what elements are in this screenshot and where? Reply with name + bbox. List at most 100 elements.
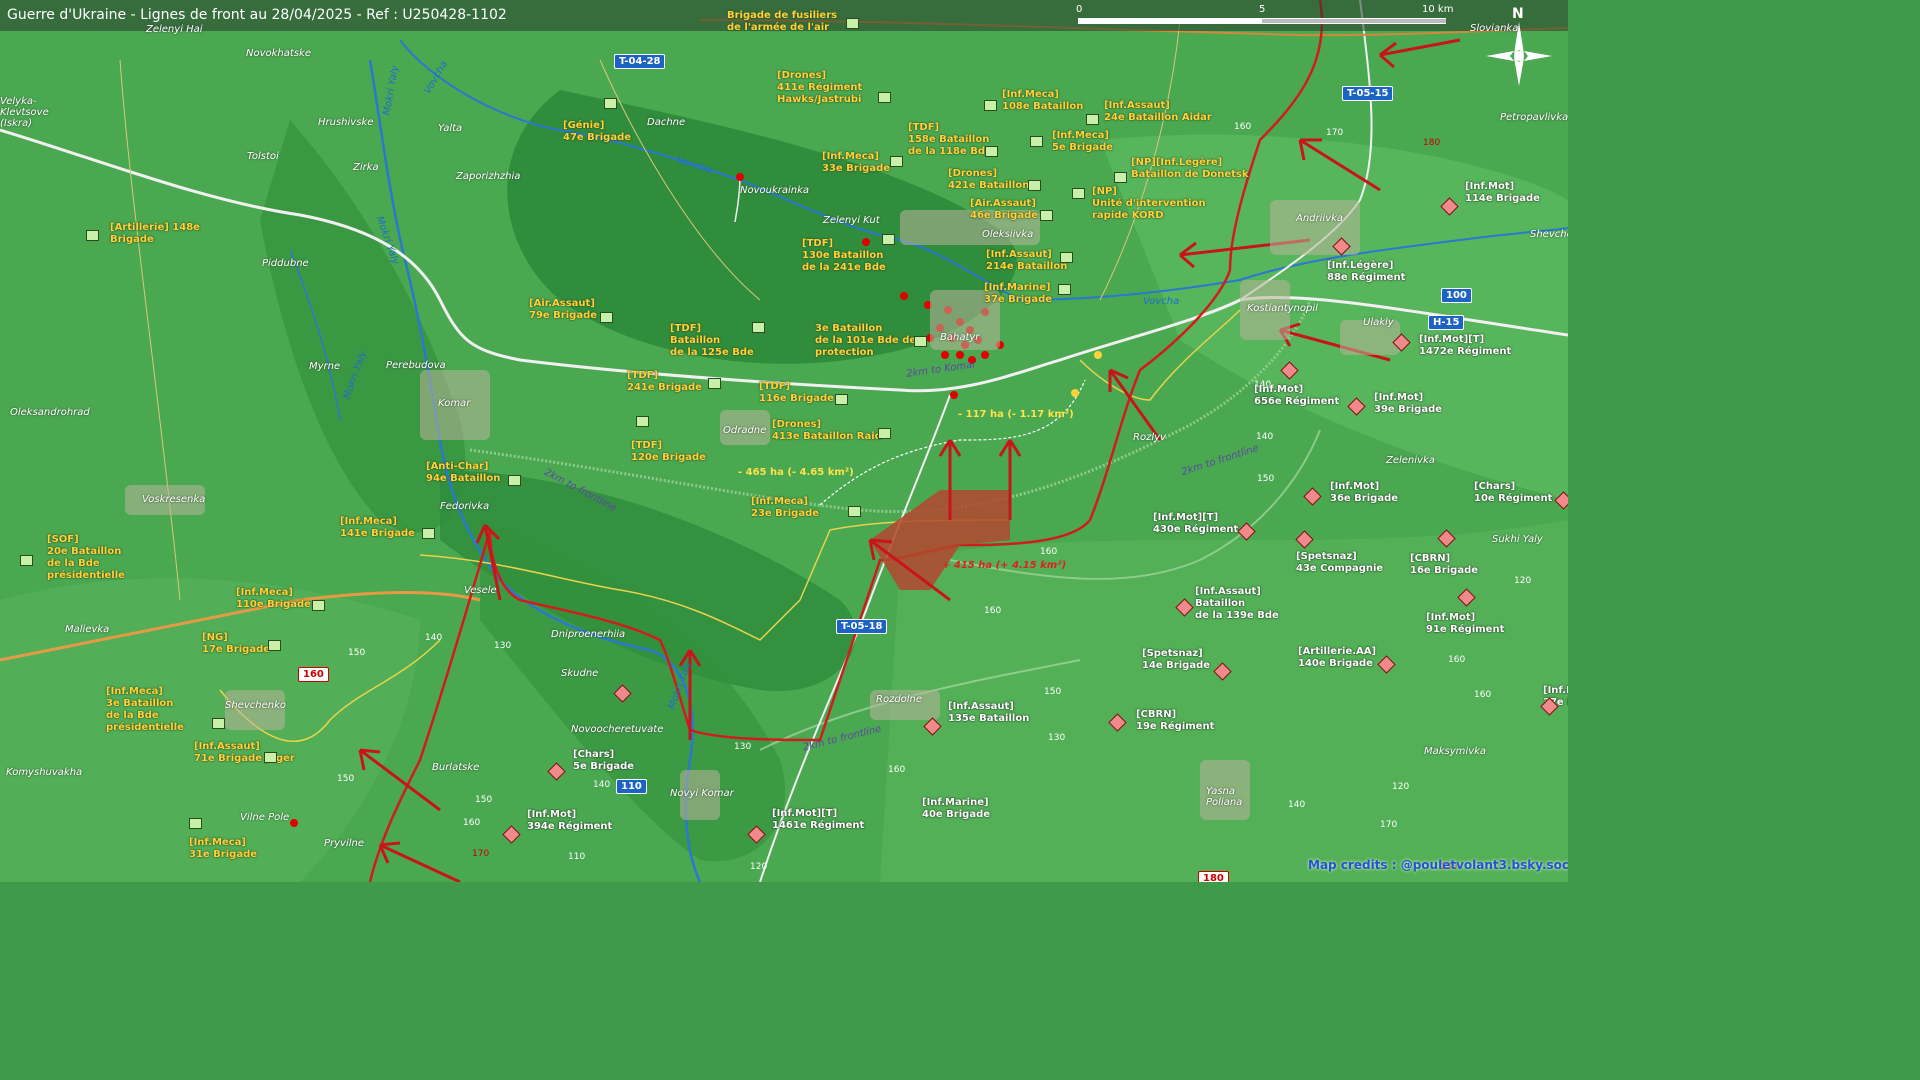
ukrainian-unit-label: [NG] 17e Brigade bbox=[202, 632, 271, 655]
altitude-label: 120 bbox=[1514, 576, 1532, 586]
ukrainian-unit-icon[interactable] bbox=[1040, 210, 1053, 221]
ukrainian-unit-icon[interactable] bbox=[189, 818, 202, 829]
ukrainian-unit-icon[interactable] bbox=[1030, 136, 1043, 147]
ukrainian-unit-icon[interactable] bbox=[752, 322, 765, 333]
altitude-label: 150 bbox=[475, 795, 493, 805]
ukrainian-unit-label: [Inf.Meca] 31e Brigade bbox=[189, 837, 258, 860]
ukrainian-unit-label: [Génie] 47e Brigade bbox=[563, 120, 632, 143]
town-label: Bahatyr bbox=[940, 332, 980, 343]
ukrainian-unit-icon[interactable] bbox=[985, 146, 998, 157]
altitude-label: 160 bbox=[463, 818, 481, 828]
russian-unit-label: [Inf.Mot] 91e Régiment bbox=[1426, 612, 1505, 635]
ukrainian-unit-icon[interactable] bbox=[600, 312, 613, 323]
map-credits[interactable]: Map credits : @pouletvolant3.bsky.social bbox=[1308, 858, 1568, 872]
russian-unit-label: [Inf.Mot] 36e Brigade bbox=[1330, 481, 1399, 504]
town-label: Sukhi Yaly bbox=[1492, 534, 1543, 545]
ukrainian-unit-icon[interactable] bbox=[20, 555, 33, 566]
ukrainian-unit-icon[interactable] bbox=[1028, 180, 1041, 191]
altitude-label: 150 bbox=[1257, 474, 1275, 484]
ukrainian-unit-label: [Inf.Assaut] 24e Bataillon Aidar bbox=[1104, 100, 1212, 123]
town-label: Novyi Komar bbox=[670, 788, 734, 799]
ukrainian-unit-label: [TDF] Bataillon de la 125e Bde bbox=[670, 323, 754, 358]
north-arrow-icon: N bbox=[1484, 4, 1554, 90]
altitude-label: 150 bbox=[1044, 687, 1062, 697]
altitude-label: 130 bbox=[494, 641, 512, 651]
altitude-label: 140 bbox=[425, 633, 443, 643]
ukrainian-unit-label: [Inf.Meca] 3e Bataillon de la Bde président… bbox=[106, 686, 184, 733]
town-label: Tolstoi bbox=[247, 151, 279, 162]
ukrainian-unit-icon[interactable] bbox=[1086, 114, 1099, 125]
ukrainian-unit-icon[interactable] bbox=[422, 528, 435, 539]
ukrainian-unit-icon[interactable] bbox=[984, 100, 997, 111]
ukrainian-unit-icon[interactable] bbox=[846, 18, 859, 29]
altitude-label: 170 bbox=[472, 849, 490, 859]
ukrainian-unit-icon[interactable] bbox=[212, 718, 225, 729]
ukrainian-unit-icon[interactable] bbox=[1060, 252, 1073, 263]
ukrainian-unit-icon[interactable] bbox=[268, 640, 281, 651]
russian-unit-label: [Inf.Assaut] Bataillon de la 139e Bde bbox=[1195, 586, 1279, 621]
russian-unit-label: [Inf.Mot] 656e Régiment bbox=[1254, 384, 1340, 407]
ukrainian-unit-icon[interactable] bbox=[312, 600, 325, 611]
town-label: Zelenyi Hai bbox=[146, 24, 203, 35]
town-label: Zaporizhzhia bbox=[456, 171, 521, 182]
town-label: Kostiantynopil bbox=[1247, 303, 1318, 314]
road-badge-110: 110 bbox=[616, 779, 647, 794]
russian-unit-label: [Inf.Mot] 114e Brigade bbox=[1465, 181, 1540, 204]
road-badge-t0428: T-04-28 bbox=[614, 54, 666, 69]
altitude-label: 160 bbox=[984, 606, 1002, 616]
ukrainian-unit-label: [TDF] 158e Bataillon de la 118e Bde bbox=[908, 122, 992, 157]
road-badge-h15: H-15 bbox=[1428, 315, 1465, 330]
town-label: Komar bbox=[438, 398, 471, 409]
ukrainian-unit-label: [Drones] 411e Régiment Hawks/Jastrubi bbox=[777, 70, 863, 105]
town-label: Novokhatske bbox=[246, 48, 311, 59]
altitude-label: 160 bbox=[1448, 655, 1466, 665]
ukrainian-unit-label: [Inf.Meca] 33e Brigade bbox=[822, 151, 891, 174]
russian-unit-label: [CBRN] 16e Brigade bbox=[1410, 553, 1479, 576]
russian-unit-label: [Artillerie.AA] 140e Brigade bbox=[1298, 646, 1377, 669]
town-label: Vilne Pole bbox=[240, 812, 290, 823]
russian-unit-label: [Inf.Mot] 394e Régiment bbox=[527, 809, 613, 832]
ukrainian-unit-icon[interactable] bbox=[878, 92, 891, 103]
town-label: Rozlyv bbox=[1133, 432, 1166, 443]
ukrainian-unit-icon[interactable] bbox=[882, 234, 895, 245]
ukrainian-unit-icon[interactable] bbox=[1114, 172, 1127, 183]
ukrainian-unit-icon[interactable] bbox=[604, 98, 617, 109]
ukrainian-unit-icon[interactable] bbox=[508, 475, 521, 486]
town-label: Fedorivka bbox=[440, 501, 490, 512]
town-label: Odradne bbox=[723, 425, 767, 436]
town-label: Yalta bbox=[438, 123, 463, 134]
russian-unit-label: [Inf.Mot][T] 1472e Régiment bbox=[1419, 334, 1512, 357]
russian-unit-label: [Inf.Mot][T] 1461e Régiment bbox=[772, 808, 865, 831]
ukrainian-unit-icon[interactable] bbox=[848, 506, 861, 517]
ukrainian-unit-label: [SOF] 20e Bataillon de la Bde présidentiell… bbox=[47, 534, 125, 581]
altitude-label: 180 bbox=[1423, 138, 1441, 148]
town-label: Yasna Poliana bbox=[1206, 786, 1243, 808]
altitude-label: 150 bbox=[337, 774, 355, 784]
ukrainian-unit-label: [Drones] 421e Bataillon bbox=[948, 168, 1030, 191]
ukrainian-unit-icon[interactable] bbox=[636, 416, 649, 427]
town-label: Shevchenkove bbox=[1530, 229, 1568, 240]
road-badge-160: 160 bbox=[298, 667, 329, 682]
ukrainian-unit-icon[interactable] bbox=[914, 336, 927, 347]
ukrainian-unit-icon[interactable] bbox=[878, 428, 891, 439]
ukrainian-unit-label: [Inf.Meca] 108e Bataillon bbox=[1002, 89, 1084, 112]
ukrainian-unit-icon[interactable] bbox=[1058, 284, 1071, 295]
russian-unit-label: [CBRN] 19e Régiment bbox=[1136, 709, 1215, 732]
ukrainian-unit-icon[interactable] bbox=[835, 394, 848, 405]
ukrainian-unit-icon[interactable] bbox=[264, 752, 277, 763]
ukrainian-unit-label: [Drones] 413e Bataillon Raid bbox=[772, 419, 882, 442]
ukrainian-unit-icon[interactable] bbox=[890, 156, 903, 167]
ukrainian-unit-icon[interactable] bbox=[1072, 188, 1085, 199]
altitude-label: 120 bbox=[750, 862, 768, 872]
town-label: Dniproenerhiia bbox=[551, 629, 626, 640]
town-label: Myrne bbox=[309, 361, 341, 372]
map-canvas[interactable]: Guerre d'Ukraine - Lignes de front au 28… bbox=[0, 0, 1568, 882]
town-label: Piddubne bbox=[262, 258, 309, 269]
map-title: Guerre d'Ukraine - Lignes de front au 28… bbox=[7, 7, 507, 23]
ukrainian-unit-icon[interactable] bbox=[86, 230, 99, 241]
town-label: Slovianka bbox=[1470, 23, 1519, 34]
ukrainian-unit-label: Brigade de fusiliers de l'armée de l'air bbox=[727, 10, 838, 33]
russian-unit-label: [Inf.Légère] 88e Régiment bbox=[1327, 260, 1406, 283]
ukrainian-unit-label: [Inf.Meca] 5e Brigade bbox=[1052, 130, 1114, 153]
ukrainian-unit-icon[interactable] bbox=[708, 378, 721, 389]
